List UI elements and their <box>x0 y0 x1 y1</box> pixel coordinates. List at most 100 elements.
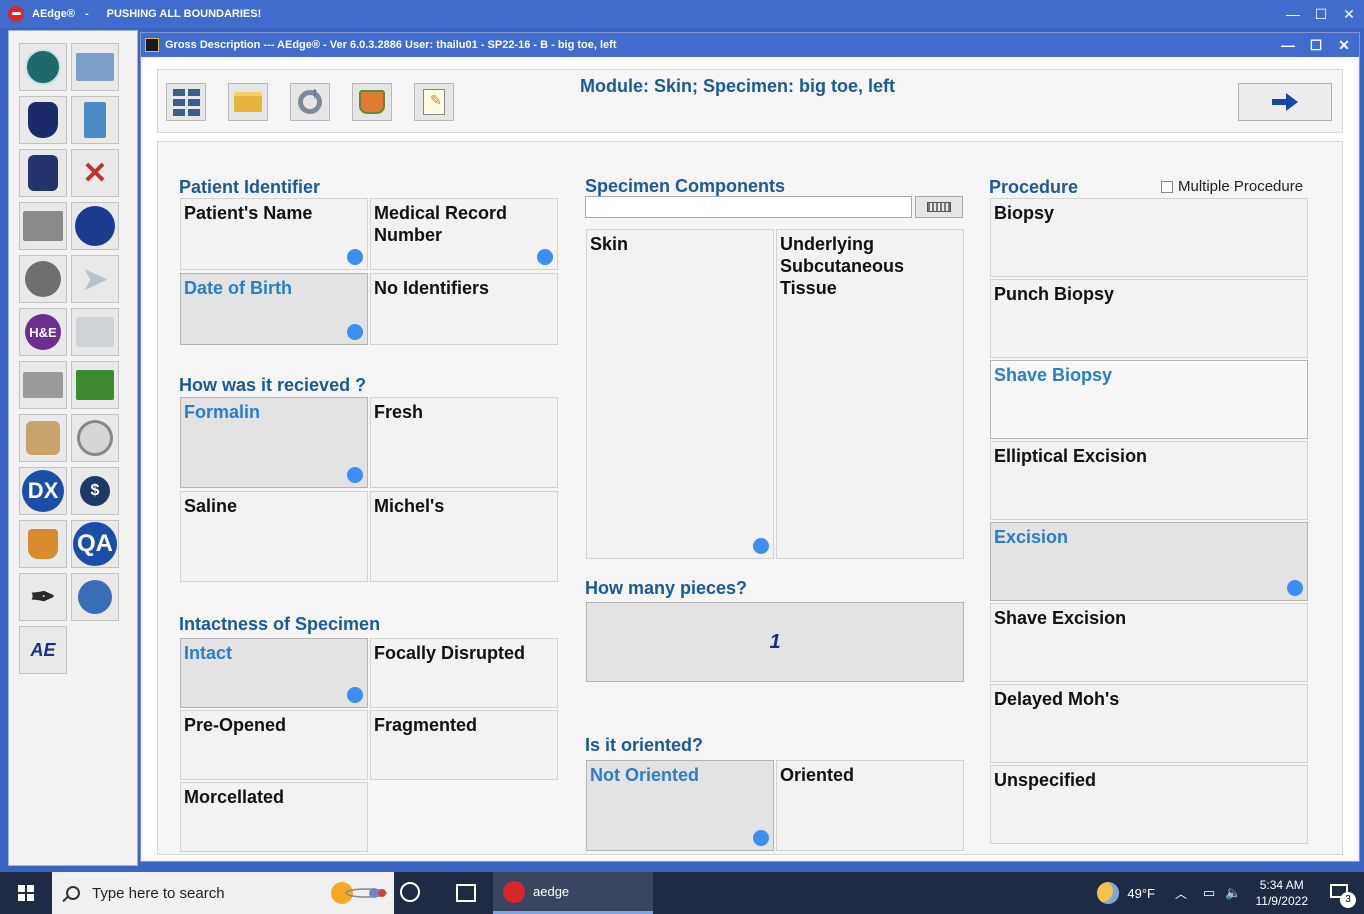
sidebar-microtome-button[interactable] <box>19 255 67 303</box>
option-medical-record-number[interactable]: Medical Record Number <box>370 198 558 270</box>
outer-close-button[interactable]: ✕ <box>1342 6 1356 23</box>
network-tray-icon[interactable]: ▭ <box>1203 885 1215 901</box>
sidebar-slides-button[interactable] <box>19 361 67 409</box>
inner-maximize-button[interactable]: ☐ <box>1309 37 1323 54</box>
option-shave-excision[interactable]: Shave Excision <box>990 603 1308 682</box>
clock[interactable]: 5:34 AM 11/9/2022 <box>1256 877 1309 909</box>
option-fresh[interactable]: Fresh <box>370 397 558 488</box>
sidebar-help-globe-button[interactable] <box>71 573 119 621</box>
notepad-button[interactable]: ✎ <box>414 83 454 121</box>
sidebar-dx-button[interactable]: DX <box>19 467 67 515</box>
option-fragmented[interactable]: Fragmented <box>370 710 558 780</box>
option-label: Shave Excision <box>994 608 1127 628</box>
sidebar-document-search-button[interactable] <box>71 414 119 462</box>
cortana-icon[interactable] <box>400 882 420 902</box>
sidebar-edit-jar-button[interactable] <box>19 149 67 197</box>
inner-minimize-button[interactable]: — <box>1281 37 1295 53</box>
sidebar-network-button[interactable] <box>19 43 67 91</box>
option-label: Unspecified <box>994 770 1097 790</box>
sidebar-computer-button[interactable] <box>71 43 119 91</box>
option-saline[interactable]: Saline <box>180 491 368 582</box>
option-pre-opened[interactable]: Pre-Opened <box>180 710 368 780</box>
task-view-icon[interactable] <box>456 884 476 902</box>
next-button[interactable] <box>1238 83 1332 121</box>
taskbar-search-box[interactable]: Type here to search <box>52 872 394 914</box>
weather-widget[interactable]: 49°F <box>1097 882 1155 904</box>
component-search-input[interactable] <box>585 196 912 218</box>
sidebar-email-button[interactable] <box>71 361 119 409</box>
option-focally-disrupted[interactable]: Focally Disrupted <box>370 638 558 708</box>
billing-icon: $ <box>80 476 110 506</box>
keyboard-button[interactable] <box>915 196 963 218</box>
outer-maximize-button[interactable]: ☐ <box>1314 6 1328 23</box>
notepad-icon: ✎ <box>423 89 445 115</box>
outer-minimize-button[interactable]: — <box>1286 6 1300 22</box>
option-label: Skin <box>590 234 629 254</box>
fax-icon <box>76 317 114 347</box>
lab-beakers-button[interactable] <box>352 83 392 121</box>
sidebar-processor-button[interactable] <box>19 202 67 250</box>
sidebar-globe-button[interactable] <box>71 202 119 250</box>
option-label: Biopsy <box>994 203 1055 223</box>
taskbar-app-aedge[interactable]: aedge <box>493 872 653 914</box>
option-unspecified[interactable]: Unspecified <box>990 765 1308 844</box>
search-icon <box>66 886 80 900</box>
sidebar-qa-button[interactable]: QA <box>71 520 119 568</box>
sidebar-pen-button[interactable]: ✒ <box>19 573 67 621</box>
document-search-icon <box>77 420 113 456</box>
option-oriented[interactable]: Oriented <box>776 760 964 851</box>
sidebar-hourglass-button[interactable] <box>71 96 119 144</box>
option-no-identifiers[interactable]: No Identifiers <box>370 273 558 345</box>
slides-icon <box>23 372 63 398</box>
tray-expand-icon[interactable]: ︿ <box>1175 885 1187 902</box>
option-label: No Identifiers <box>374 278 490 298</box>
sidebar-he-stain-button[interactable]: H&E <box>19 308 67 356</box>
qa-icon: QA <box>73 522 117 566</box>
option-formalin[interactable]: Formalin <box>180 397 368 488</box>
processor-icon <box>23 211 63 241</box>
sidebar-beakers-button[interactable] <box>19 520 67 568</box>
window-logo-icon <box>145 38 159 52</box>
settings-upload-button[interactable]: ↑ <box>290 83 330 121</box>
option-punch-biopsy[interactable]: Punch Biopsy <box>990 279 1308 358</box>
option-patients-name[interactable]: Patient's Name <box>180 198 368 270</box>
checkbox-icon <box>1161 180 1173 193</box>
option-shave-biopsy[interactable]: Shave Biopsy <box>990 360 1308 439</box>
sidebar-paper-plane-button[interactable]: ➤ <box>71 255 119 303</box>
aedge-logo-icon <box>8 6 24 22</box>
open-folder-button[interactable] <box>228 83 268 121</box>
sidebar-aedoc-button[interactable]: AE <box>19 626 67 674</box>
option-label: Shave Biopsy <box>994 365 1113 385</box>
option-intact[interactable]: Intact <box>180 638 368 708</box>
start-button[interactable] <box>0 872 52 914</box>
grid-view-button[interactable] <box>166 83 206 121</box>
pieces-count-field[interactable]: 1 <box>586 602 964 682</box>
option-not-oriented[interactable]: Not Oriented <box>586 760 774 851</box>
option-elliptical-excision[interactable]: Elliptical Excision <box>990 441 1308 520</box>
option-morcellated[interactable]: Morcellated <box>180 782 368 852</box>
sidebar-tools-button[interactable]: ✕ <box>71 149 119 197</box>
option-biopsy[interactable]: Biopsy <box>990 198 1308 277</box>
multiple-procedure-checkbox[interactable]: Multiple Procedure <box>1161 178 1303 195</box>
edit-jar-icon <box>28 155 58 191</box>
option-skin[interactable]: Skin <box>586 229 774 559</box>
option-excision[interactable]: Excision <box>990 522 1308 601</box>
sidebar-slide-magnify-button[interactable] <box>19 414 67 462</box>
patient-identifier-label: Patient Identifier <box>179 177 321 197</box>
tools-icon: ✕ <box>82 156 108 190</box>
sidebar-fax-button[interactable] <box>71 308 119 356</box>
notifications-button[interactable]: 3 <box>1328 880 1356 908</box>
selector-dot-icon <box>537 249 553 265</box>
option-underlying-subcutaneous-tissue[interactable]: Underlying Subcutaneous Tissue <box>776 229 964 559</box>
selector-dot-icon <box>347 467 363 483</box>
inner-close-button[interactable]: ✕ <box>1337 37 1351 54</box>
option-label: Date of Birth <box>184 278 292 298</box>
volume-muted-icon[interactable]: 🔈 <box>1225 885 1241 901</box>
sidebar-specimen-jar-button[interactable] <box>19 96 67 144</box>
option-delayed-mohs[interactable]: Delayed Moh's <box>990 684 1308 763</box>
option-michels[interactable]: Michel's <box>370 491 558 582</box>
network-icon <box>25 49 61 85</box>
received-label: How was it recieved ? <box>179 375 367 395</box>
sidebar-billing-button[interactable]: $ <box>71 467 119 515</box>
option-date-of-birth[interactable]: Date of Birth <box>180 273 368 345</box>
